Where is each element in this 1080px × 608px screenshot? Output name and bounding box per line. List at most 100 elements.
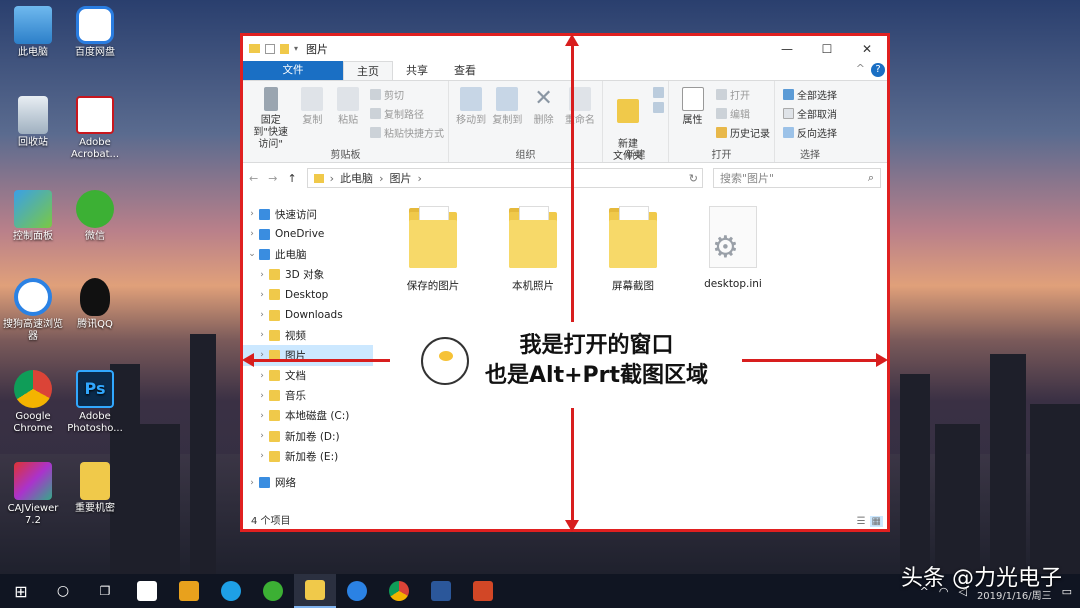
desktop-icon-cajviewer[interactable]: CAJViewer 7.2 <box>2 462 64 527</box>
file-item[interactable]: 屏幕截图 <box>583 206 683 293</box>
new-folder-button[interactable]: 新建 文件夹 <box>609 85 647 162</box>
chevron-right-icon[interactable]: › <box>245 209 259 219</box>
file-item[interactable]: ⚙ desktop.ini <box>683 206 783 293</box>
desktop-icon-qq[interactable]: 腾讯QQ <box>64 278 126 331</box>
details-view-icon[interactable]: ☰ <box>857 516 866 527</box>
desktop-icon-photoshop[interactable]: Ps Adobe Photosho... <box>64 370 126 435</box>
tab-view[interactable]: 查看 <box>441 61 489 80</box>
chevron-down-icon[interactable]: ⌄ <box>245 249 259 259</box>
new-item-button[interactable] <box>653 87 664 98</box>
invert-selection-button[interactable]: 反向选择 <box>783 125 837 140</box>
large-icons-view-icon[interactable]: ▦ <box>869 516 883 527</box>
nav-item[interactable]: › 新加卷 (D:) <box>243 426 373 446</box>
properties-button[interactable]: 属性 <box>675 85 710 146</box>
nav-item[interactable]: › 新加卷 (E:) <box>243 446 373 466</box>
chrome-icon <box>14 370 52 408</box>
desktop-icon-folder[interactable]: 重要机密 <box>64 462 126 515</box>
copy-path-button[interactable]: 复制路径 <box>370 106 444 121</box>
search-input[interactable]: 搜索"图片" ⌕ <box>713 168 881 188</box>
delete-button[interactable]: ✕ 删除 <box>528 85 560 146</box>
back-arrow-icon[interactable]: ← <box>249 172 258 185</box>
desktop-icon-control-panel[interactable]: 控制面板 <box>2 190 64 243</box>
tab-home[interactable]: 主页 <box>343 61 393 80</box>
select-all-button[interactable]: 全部选择 <box>783 87 837 102</box>
desktop-icon-acrobat[interactable]: Adobe Acrobat... <box>64 96 126 161</box>
desktop-icon-sogou[interactable]: 搜狗高速浏览器 <box>2 278 64 343</box>
file-item[interactable]: 本机照片 <box>483 206 583 293</box>
forward-arrow-icon[interactable]: → <box>268 172 277 185</box>
nav-item[interactable]: › 快速访问 <box>243 204 373 224</box>
chevron-right-icon[interactable]: › <box>245 229 259 239</box>
move-to-button[interactable]: 移动到 <box>455 85 487 146</box>
taskbar-ie[interactable] <box>210 574 252 608</box>
taskbar-chrome[interactable] <box>378 574 420 608</box>
desktop-icon-baidu-netdisk[interactable]: 百度网盘 <box>64 6 126 59</box>
copy-button[interactable]: 复制 <box>296 85 328 146</box>
desktop-icon-recycle-bin[interactable]: 回收站 <box>2 96 64 149</box>
notification-icon[interactable]: ▭ <box>1062 585 1072 598</box>
nav-item[interactable]: › OneDrive <box>243 224 373 244</box>
history-button[interactable]: 历史记录 <box>716 125 770 140</box>
up-arrow-icon[interactable]: ↑ <box>287 172 296 185</box>
new-folder-quick-icon[interactable] <box>280 43 289 54</box>
maximize-button[interactable]: ☐ <box>807 42 847 56</box>
nav-item[interactable]: › 视频 <box>243 325 373 345</box>
taskbar-outlook[interactable] <box>168 574 210 608</box>
nav-item[interactable]: › 网络 <box>243 472 373 492</box>
taskbar-sogou[interactable] <box>336 574 378 608</box>
chevron-right-icon[interactable]: › <box>255 431 269 441</box>
taskbar-wechat[interactable] <box>252 574 294 608</box>
collapse-ribbon-icon[interactable]: ^ <box>856 62 865 75</box>
chevron-right-icon[interactable]: › <box>255 310 269 320</box>
chevron-right-icon[interactable]: › <box>245 478 259 488</box>
task-view-button[interactable]: ❐ <box>84 574 126 608</box>
taskbar-notes[interactable] <box>126 574 168 608</box>
cut-button[interactable]: 剪切 <box>370 87 444 102</box>
nav-item[interactable]: › Desktop <box>243 285 373 305</box>
edit-button[interactable]: 编辑 <box>716 106 770 121</box>
close-button[interactable]: ✕ <box>847 42 887 56</box>
taskbar-explorer[interactable] <box>294 574 336 608</box>
pin-quick-access-button[interactable]: 固定到"快速访问" <box>249 85 292 150</box>
chevron-right-icon[interactable]: › <box>255 371 269 381</box>
nav-item[interactable]: ⌄ 此电脑 <box>243 244 373 264</box>
desktop-icon-wechat[interactable]: 微信 <box>64 190 126 243</box>
open-button[interactable]: 打开 <box>716 87 770 102</box>
properties-quick-icon[interactable] <box>265 43 275 54</box>
chevron-right-icon[interactable]: › <box>255 290 269 300</box>
address-bar[interactable]: › 此电脑 › 图片 › ↻ <box>306 168 703 188</box>
chevron-right-icon[interactable]: › <box>255 411 269 421</box>
tab-share[interactable]: 共享 <box>393 61 441 80</box>
easy-access-button[interactable] <box>653 102 664 113</box>
paste-button[interactable]: 粘贴 <box>332 85 364 146</box>
taskbar-powerpoint[interactable] <box>462 574 504 608</box>
nav-item[interactable]: › 3D 对象 <box>243 265 373 285</box>
copy-to-button[interactable]: 复制到 <box>491 85 523 146</box>
chevron-down-icon[interactable]: ▾ <box>294 44 298 53</box>
help-icon[interactable]: ? <box>871 63 885 77</box>
breadcrumb-this-pc[interactable]: 此电脑 <box>340 170 373 186</box>
start-button[interactable]: ⊞ <box>0 574 42 608</box>
tab-file[interactable]: 文件 <box>243 61 343 80</box>
paste-shortcut-button[interactable]: 粘贴快捷方式 <box>370 125 444 140</box>
nav-item[interactable]: › 音乐 <box>243 386 373 406</box>
minimize-button[interactable]: — <box>767 42 807 56</box>
chrome-icon <box>389 581 409 601</box>
nav-item[interactable]: › 本地磁盘 (C:) <box>243 406 373 426</box>
nav-item[interactable]: › 文档 <box>243 366 373 386</box>
chevron-right-icon[interactable]: › <box>255 330 269 340</box>
file-item[interactable]: 保存的图片 <box>383 206 483 293</box>
rename-button[interactable]: 重命名 <box>564 85 596 146</box>
refresh-icon[interactable]: ↻ <box>685 172 702 185</box>
chevron-right-icon[interactable]: › <box>255 270 269 280</box>
select-none-button[interactable]: 全部取消 <box>783 106 837 121</box>
nav-item[interactable]: › Downloads <box>243 305 373 325</box>
breadcrumb-pictures[interactable]: 图片 <box>389 170 411 186</box>
nav-item[interactable]: › 图片 <box>243 345 373 366</box>
cortana-button[interactable]: ○ <box>42 574 84 608</box>
chevron-right-icon[interactable]: › <box>255 451 269 461</box>
desktop-icon-chrome[interactable]: Google Chrome <box>2 370 64 435</box>
desktop-icon-computer[interactable]: 此电脑 <box>2 6 64 59</box>
taskbar-word[interactable] <box>420 574 462 608</box>
chevron-right-icon[interactable]: › <box>255 391 269 401</box>
